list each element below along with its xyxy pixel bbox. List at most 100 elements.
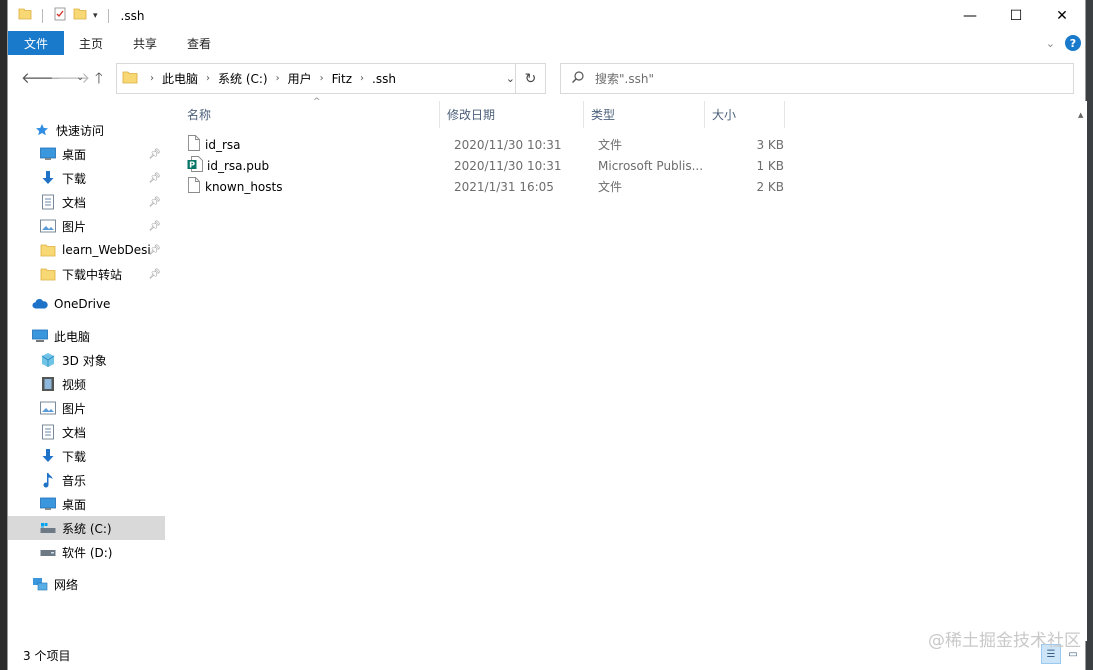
folder-icon	[122, 69, 138, 88]
sidebar-item-music[interactable]: 音乐	[8, 468, 165, 492]
sidebar-item-label: 下载	[62, 449, 87, 464]
sidebar-item-label: 音乐	[62, 473, 87, 488]
file-type: Microsoft Publis...	[598, 158, 704, 173]
pin-icon[interactable]: 📌︎	[148, 221, 161, 232]
folder-icon	[40, 266, 56, 282]
sidebar-item-label: learn_WebDesi	[62, 243, 151, 257]
tab-home[interactable]: 主页	[64, 31, 118, 55]
sidebar-item-this-pc[interactable]: 此电脑	[8, 324, 165, 348]
cube-icon	[40, 352, 56, 368]
sidebar-item-label: 快速访问	[56, 123, 105, 138]
file-name: known_hosts	[205, 179, 283, 194]
chevron-right-icon[interactable]: ›	[150, 73, 154, 84]
column-header-size[interactable]: 大小	[706, 101, 785, 128]
column-header-date[interactable]: 修改日期	[441, 101, 584, 128]
window-title: .ssh	[120, 8, 145, 23]
properties-icon[interactable]	[53, 7, 67, 24]
file-row[interactable]: known_hosts 2021/1/31 16:05 文件 2 KB	[187, 176, 787, 197]
music-icon	[40, 472, 56, 488]
picture-icon	[40, 400, 56, 416]
sidebar-item-label: 图片	[62, 401, 87, 416]
sidebar-item-videos[interactable]: 视频	[8, 372, 165, 396]
sidebar-item-documents-pinned[interactable]: 文档 📌︎	[8, 190, 165, 214]
tab-share[interactable]: 共享	[118, 31, 172, 55]
drive-c-icon	[40, 520, 56, 536]
breadcrumb-fitz[interactable]: Fitz	[332, 72, 352, 86]
file-row[interactable]: id_rsa 2020/11/30 10:31 文件 3 KB	[187, 134, 787, 155]
breadcrumb-users[interactable]: 用户	[288, 70, 312, 87]
pin-icon[interactable]: 📌︎	[148, 269, 161, 280]
sidebar-item-desktop[interactable]: 桌面	[8, 492, 165, 516]
column-header-type[interactable]: 类型	[585, 101, 705, 128]
navigation-pane: 快速访问 桌面 📌︎ 下载 📌︎ 文档 📌︎ 图片 📌︎ learn_WebDe…	[8, 101, 165, 641]
sidebar-item-label: 3D 对象	[62, 353, 107, 368]
maximize-button[interactable]: ☐	[993, 0, 1039, 31]
expand-ribbon-icon[interactable]: ⌄	[1046, 37, 1055, 50]
tab-view[interactable]: 查看	[172, 31, 226, 55]
sidebar-item-drive-d[interactable]: 软件 (D:)	[8, 540, 165, 564]
sidebar-item-download-transfer[interactable]: 下载中转站 📌︎	[8, 262, 165, 286]
sidebar-item-network[interactable]: 网络	[8, 572, 165, 596]
address-bar[interactable]: › 此电脑 › 系统 (C:) › 用户 › Fitz › .ssh ⌄ ↻	[116, 63, 546, 94]
sidebar-item-label: OneDrive	[54, 297, 111, 311]
sidebar-item-documents[interactable]: 文档	[8, 420, 165, 444]
file-name: id_rsa	[205, 137, 241, 152]
sidebar-item-onedrive[interactable]: OneDrive	[8, 292, 165, 316]
minimize-button[interactable]: —	[947, 0, 993, 31]
chevron-right-icon[interactable]: ›	[360, 73, 364, 84]
pin-icon[interactable]: 📌︎	[148, 197, 161, 208]
video-icon	[40, 376, 56, 392]
chevron-right-icon[interactable]: ›	[320, 73, 324, 84]
search-input[interactable]: 搜索".ssh"	[560, 63, 1074, 94]
file-type: 文件	[598, 138, 623, 152]
search-icon	[571, 70, 585, 87]
sidebar-item-learn-webdesign[interactable]: learn_WebDesi 📌︎	[8, 238, 165, 262]
folder-icon	[18, 7, 32, 24]
up-arrow-icon[interactable]: 🡑	[95, 68, 103, 93]
computer-icon	[32, 328, 48, 344]
file-date: 2021/1/31 16:05	[454, 179, 554, 194]
help-icon[interactable]: ?	[1065, 35, 1081, 51]
refresh-icon[interactable]: ↻	[515, 64, 545, 93]
breadcrumb-ssh[interactable]: .ssh	[372, 72, 396, 86]
breadcrumb-this-pc[interactable]: 此电脑	[162, 70, 198, 87]
sidebar-item-pictures[interactable]: 图片	[8, 396, 165, 420]
folder-icon	[40, 242, 56, 258]
file-date: 2020/11/30 10:31	[454, 158, 562, 173]
watermark: @稀土掘金技术社区	[928, 631, 1081, 651]
sidebar-item-downloads[interactable]: 下载	[8, 444, 165, 468]
new-folder-icon[interactable]	[73, 7, 87, 24]
close-button[interactable]: ✕	[1039, 0, 1085, 31]
recent-locations-chevron-icon[interactable]: ⌄	[76, 72, 84, 83]
sidebar-item-drive-c[interactable]: 系统 (C:)	[8, 516, 165, 540]
sidebar-item-label: 网络	[54, 577, 79, 592]
sidebar-item-quick-access[interactable]: 快速访问	[8, 118, 165, 142]
pin-icon[interactable]: 📌︎	[148, 149, 161, 160]
desktop-icon	[40, 146, 56, 162]
file-type: 文件	[598, 180, 623, 194]
vertical-scrollbar[interactable]: ▲	[1077, 101, 1085, 641]
chevron-right-icon[interactable]: ›	[276, 73, 280, 84]
cloud-icon	[32, 296, 48, 312]
download-icon	[40, 170, 56, 186]
star-icon	[34, 122, 50, 138]
address-dropdown-icon[interactable]: ⌄	[506, 72, 515, 85]
sidebar-item-3d-objects[interactable]: 3D 对象	[8, 348, 165, 372]
sidebar-item-pictures-pinned[interactable]: 图片 📌︎	[8, 214, 165, 238]
breadcrumb-drive-c[interactable]: 系统 (C:)	[218, 70, 268, 87]
pin-icon[interactable]: 📌︎	[148, 173, 161, 184]
picture-icon	[40, 218, 56, 234]
file-row[interactable]: P id_rsa.pub 2020/11/30 10:31 Microsoft …	[187, 155, 787, 176]
chevron-right-icon[interactable]: ›	[206, 73, 210, 84]
window-controls: — ☐ ✕	[947, 0, 1085, 31]
tab-file[interactable]: 文件	[8, 31, 65, 55]
file-date: 2020/11/30 10:31	[454, 137, 562, 152]
sidebar-item-label: 文档	[62, 425, 87, 440]
sidebar-item-downloads-pinned[interactable]: 下载 📌︎	[8, 166, 165, 190]
sidebar-item-label: 下载中转站	[62, 267, 123, 282]
column-header-name[interactable]: 名称	[181, 101, 440, 128]
sidebar-item-desktop-pinned[interactable]: 桌面 📌︎	[8, 142, 165, 166]
customize-toolbar-icon[interactable]: ▾	[93, 11, 98, 21]
download-icon	[40, 448, 56, 464]
pin-icon[interactable]: 📌︎	[148, 245, 161, 256]
